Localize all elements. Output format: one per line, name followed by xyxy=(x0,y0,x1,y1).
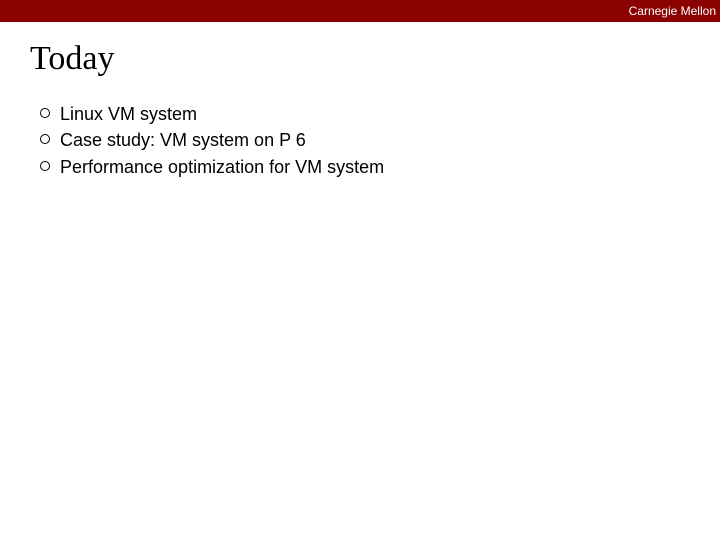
bullet-list: Linux VM system Case study: VM system on… xyxy=(30,102,690,179)
bullet-text: Linux VM system xyxy=(60,102,197,126)
bullet-text: Performance optimization for VM system xyxy=(60,155,384,179)
list-item: Performance optimization for VM system xyxy=(40,155,690,179)
bullet-icon xyxy=(40,134,50,144)
bullet-text: Case study: VM system on P 6 xyxy=(60,128,306,152)
slide-title: Today xyxy=(30,40,690,78)
bullet-icon xyxy=(40,108,50,118)
list-item: Linux VM system xyxy=(40,102,690,126)
list-item: Case study: VM system on P 6 xyxy=(40,128,690,152)
slide-content: Today Linux VM system Case study: VM sys… xyxy=(0,22,720,199)
bullet-icon xyxy=(40,161,50,171)
header-bar: Carnegie Mellon xyxy=(0,0,720,22)
organization-label: Carnegie Mellon xyxy=(629,4,716,18)
